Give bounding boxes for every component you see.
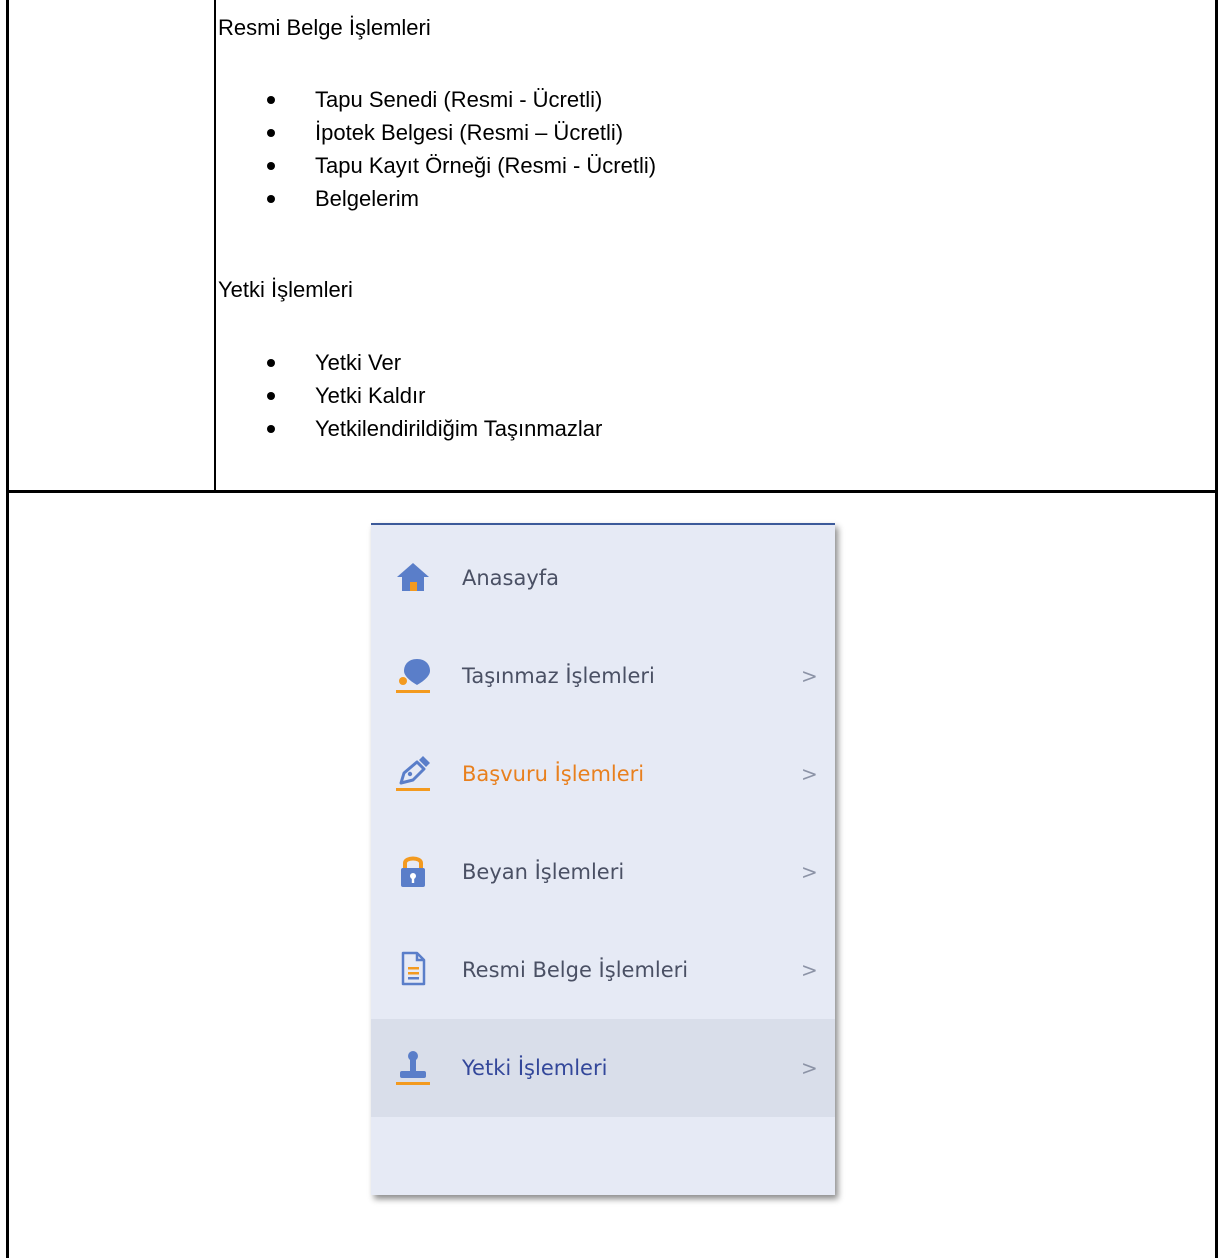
list-item: Tapu Senedi (Resmi - Ücretli) — [258, 83, 656, 116]
chevron-right-icon: > — [801, 860, 818, 884]
map-pin-icon — [393, 655, 433, 695]
table-border-left — [6, 0, 9, 1258]
section-heading-resmi-belge: Resmi Belge İşlemleri — [218, 15, 431, 40]
lock-icon — [393, 851, 433, 891]
pen-icon — [393, 753, 433, 793]
resmi-belge-list: Tapu Senedi (Resmi - Ücretli) İpotek Bel… — [258, 83, 656, 215]
menu-label: Başvuru İşlemleri — [462, 762, 645, 786]
section-heading-yetki: Yetki İşlemleri — [218, 277, 353, 302]
chevron-right-icon: > — [801, 1056, 818, 1080]
list-item: Belgelerim — [258, 182, 656, 215]
list-item: Yetkilendirildiğim Taşınmazlar — [258, 412, 602, 445]
chevron-right-icon: > — [801, 958, 818, 982]
list-item: İpotek Belgesi (Resmi – Ücretli) — [258, 116, 656, 149]
menu-label: Yetki İşlemleri — [462, 1056, 608, 1080]
list-item: Yetki Kaldır — [258, 379, 602, 412]
document-icon — [393, 949, 433, 989]
list-item: Yetki Ver — [258, 346, 602, 379]
home-icon — [393, 557, 433, 597]
menu-item-anasayfa[interactable]: Anasayfa — [371, 529, 835, 627]
stamp-icon — [393, 1047, 433, 1087]
side-menu-screenshot: Anasayfa Taşınmaz İşlemleri > Başvuru İş… — [371, 523, 835, 1195]
menu-item-beyan-islemleri[interactable]: Beyan İşlemleri > — [371, 823, 835, 921]
menu-item-basvuru-islemleri[interactable]: Başvuru İşlemleri > — [371, 725, 835, 823]
table-row-divider — [6, 490, 1218, 493]
list-item: Tapu Kayıt Örneği (Resmi - Ücretli) — [258, 149, 656, 182]
menu-label: Taşınmaz İşlemleri — [462, 664, 655, 688]
menu-label: Beyan İşlemleri — [462, 860, 625, 884]
chevron-right-icon: > — [801, 762, 818, 786]
menu-item-yetki-islemleri[interactable]: Yetki İşlemleri > — [371, 1019, 835, 1117]
menu-item-tasinmaz-islemleri[interactable]: Taşınmaz İşlemleri > — [371, 627, 835, 725]
table-column-divider — [214, 0, 216, 492]
table-border-right — [1215, 0, 1218, 1258]
chevron-right-icon: > — [801, 664, 818, 688]
menu-item-resmi-belge-islemleri[interactable]: Resmi Belge İşlemleri > — [371, 921, 835, 1019]
yetki-list: Yetki Ver Yetki Kaldır Yetkilendirildiği… — [258, 346, 602, 445]
menu-label: Resmi Belge İşlemleri — [462, 958, 689, 982]
menu-label: Anasayfa — [462, 566, 560, 590]
